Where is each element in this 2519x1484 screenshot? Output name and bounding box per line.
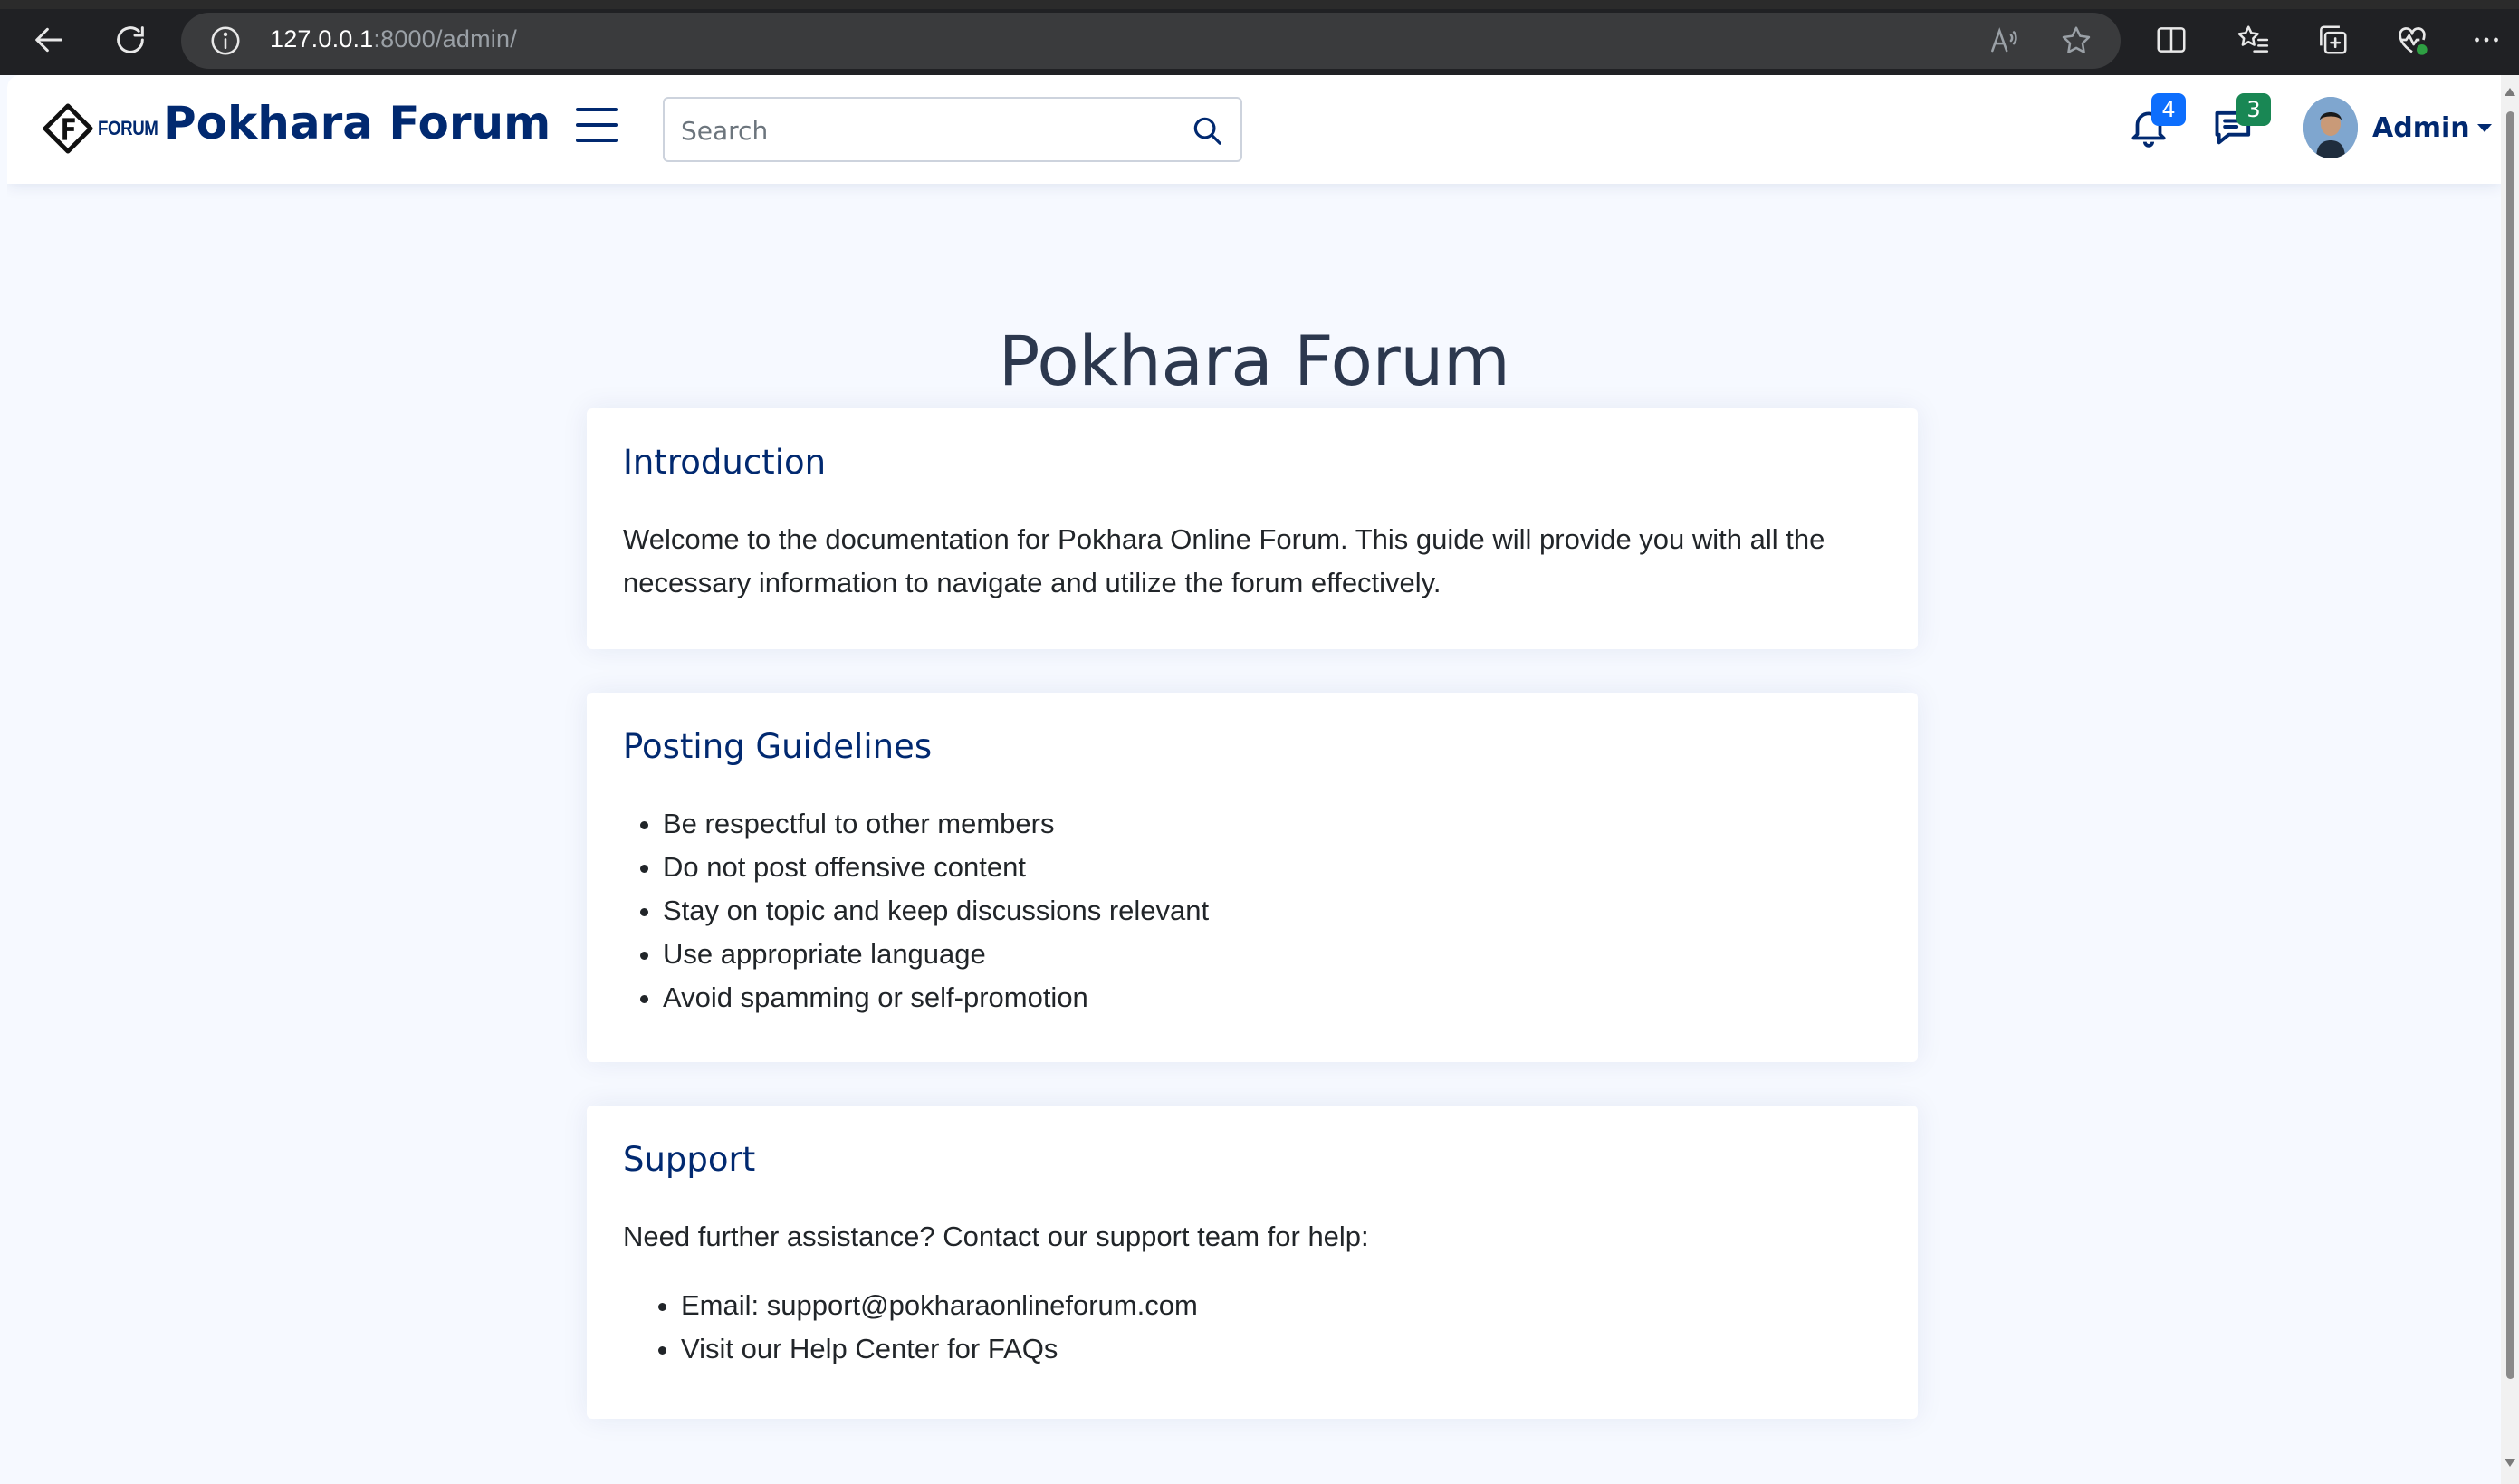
- heart-pulse-icon: [2399, 27, 2428, 55]
- scroll-down-arrow-icon[interactable]: [2505, 1459, 2515, 1467]
- list-item: Be respectful to other members: [663, 802, 1882, 846]
- guidelines-list: Be respectful to other members Do not po…: [623, 802, 1882, 1020]
- scrollbar-thumb[interactable]: [2506, 111, 2514, 1379]
- browser-toolbar: 127.0.0.1:8000/admin/: [0, 0, 2519, 75]
- introduction-heading: Introduction: [623, 443, 827, 482]
- guidelines-heading: Posting Guidelines: [623, 727, 933, 766]
- read-aloud-icon[interactable]: [1987, 24, 2021, 58]
- profile-name: Admin: [2372, 111, 2470, 144]
- profile-dropdown[interactable]: Admin: [2303, 97, 2492, 158]
- list-item: Stay on topic and keep discussions relev…: [663, 889, 1882, 933]
- list-item: Avoid spamming or self-promotion: [663, 976, 1882, 1020]
- address-bar[interactable]: 127.0.0.1:8000/admin/: [181, 13, 2121, 69]
- posting-guidelines-card: Posting Guidelines Be respectful to othe…: [587, 693, 1918, 1062]
- reload-icon: [117, 26, 144, 53]
- chevron-down-icon: [2476, 123, 2492, 132]
- reload-button[interactable]: [107, 16, 154, 63]
- search-form: [663, 97, 1242, 162]
- split-screen-button[interactable]: [2148, 16, 2195, 63]
- list-item: Do not post offensive content: [663, 846, 1882, 889]
- messages-button[interactable]: 3: [2211, 93, 2271, 157]
- split-screen-icon: [2157, 27, 2186, 53]
- user-photo-icon: [2303, 97, 2358, 158]
- back-arrow-icon: [35, 27, 62, 53]
- logo-small-text: FORUM: [98, 117, 158, 139]
- back-button[interactable]: [25, 16, 72, 63]
- more-horizontal-icon: [2475, 37, 2498, 43]
- support-text: Need further assistance? Contact our sup…: [623, 1221, 1369, 1252]
- forum-logo-icon: [43, 103, 93, 154]
- app-header: FORUM Pokhara Forum 4 3: [7, 75, 2501, 184]
- search-input[interactable]: [679, 111, 1172, 149]
- settings-more-button[interactable]: [2463, 16, 2510, 63]
- collections-button[interactable]: [2309, 16, 2356, 63]
- support-card: Support Need further assistance? Contact…: [587, 1106, 1918, 1419]
- messages-badge: 3: [2236, 93, 2271, 126]
- notifications-button[interactable]: 4: [2126, 93, 2186, 157]
- list-item: Use appropriate language: [663, 933, 1882, 976]
- support-email-item[interactable]: Email: support@pokharaonlineforum.com: [681, 1284, 1882, 1327]
- search-icon[interactable]: [1190, 113, 1224, 148]
- favorite-star-icon[interactable]: [2059, 24, 2093, 58]
- scroll-up-arrow-icon[interactable]: [2505, 88, 2515, 96]
- url-text[interactable]: 127.0.0.1:8000/admin/: [270, 25, 517, 53]
- site-info-icon[interactable]: [208, 24, 243, 58]
- url-path: :8000/admin/: [373, 25, 517, 53]
- introduction-text: Welcome to the documentation for Pokhara…: [623, 523, 1825, 598]
- sidebar-toggle-button[interactable]: [576, 108, 619, 151]
- browser-essentials-button[interactable]: [2389, 16, 2436, 63]
- collections-icon: [2320, 25, 2347, 54]
- help-center-item[interactable]: Visit our Help Center for FAQs: [681, 1327, 1882, 1371]
- support-heading: Support: [623, 1140, 756, 1179]
- favorites-list-icon: [2237, 25, 2269, 53]
- avatar: [2303, 97, 2358, 158]
- notifications-badge: 4: [2151, 93, 2186, 126]
- tab-strip: [0, 0, 2519, 9]
- support-list: Email: support@pokharaonlineforum.com Vi…: [623, 1284, 1882, 1371]
- logo-link[interactable]: FORUM: [42, 102, 168, 155]
- page-title: Pokhara Forum: [998, 320, 1510, 401]
- menu-icon: [576, 108, 618, 111]
- page-viewport: FORUM Pokhara Forum 4 3: [7, 75, 2501, 1484]
- url-host: 127.0.0.1: [270, 25, 374, 53]
- brand-title[interactable]: Pokhara Forum: [163, 97, 551, 149]
- page-scrollbar[interactable]: [2501, 75, 2519, 1484]
- introduction-card: Introduction Welcome to the documentatio…: [587, 408, 1918, 649]
- favorites-button[interactable]: [2229, 16, 2276, 63]
